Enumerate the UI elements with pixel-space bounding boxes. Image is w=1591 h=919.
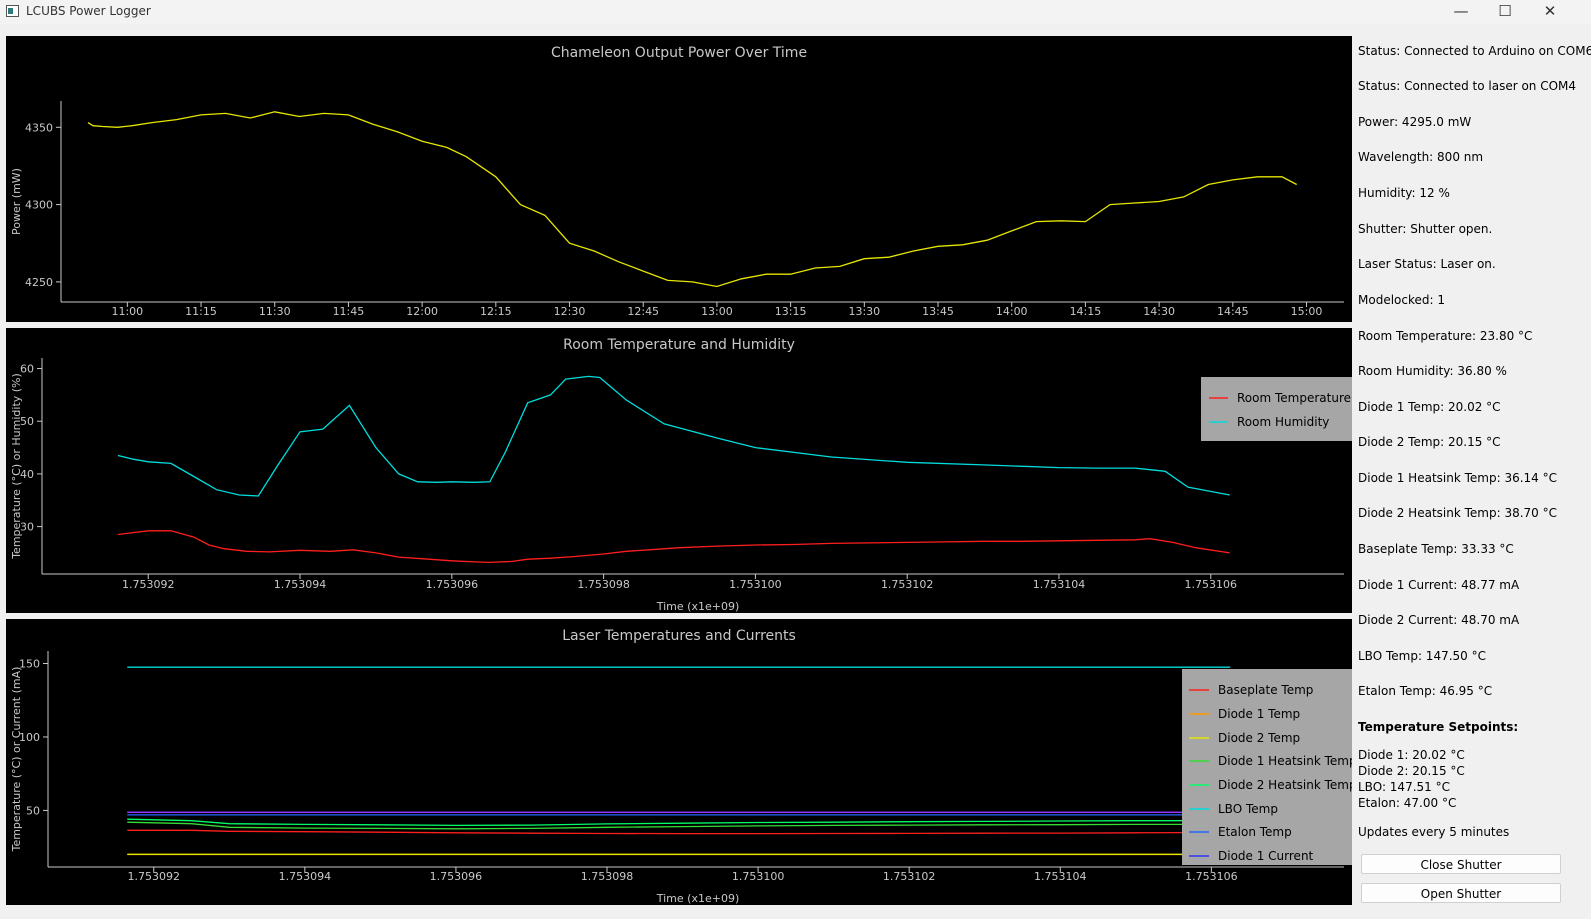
- update-note: Updates every 5 minutes: [1358, 825, 1510, 839]
- x-tick-label: 14:00: [996, 305, 1028, 318]
- close-shutter-button[interactable]: Close Shutter: [1361, 854, 1561, 874]
- y-tick-label: 4250: [25, 276, 53, 289]
- x-tick-label: 1.753092: [128, 870, 181, 883]
- y-axis-label: Power (mW): [10, 168, 23, 235]
- x-tick-label: 1.753102: [881, 578, 934, 591]
- x-tick-label: 1.753094: [279, 870, 332, 883]
- status-line: Modelocked: 1: [1358, 293, 1445, 307]
- status-line: Status: Connected to laser on COM4: [1358, 79, 1577, 93]
- status-line: Room Temperature: 23.80 °C: [1358, 329, 1533, 343]
- y-tick-label: 50: [26, 804, 40, 817]
- x-tick-label: 13:30: [848, 305, 880, 318]
- x-tick-label: 12:00: [406, 305, 438, 318]
- x-tick-label: 14:45: [1217, 305, 1249, 318]
- plot-title: Room Temperature and Humidity: [563, 337, 795, 353]
- status-line: Power: 4295.0 mW: [1358, 115, 1472, 129]
- status-line: Diode 2 Heatsink Temp: 38.70 °C: [1358, 506, 1557, 520]
- status-line: Diode 2 Current: 48.70 mA: [1358, 613, 1520, 627]
- legend-label: Diode 1 Current: [1218, 849, 1314, 863]
- status-line: Humidity: 12 %: [1358, 186, 1450, 200]
- status-line: Status: Connected to Arduino on COM6: [1358, 44, 1591, 58]
- legend-box: [1201, 377, 1352, 441]
- series-line: [87, 111, 1298, 288]
- y-tick-label: 4350: [25, 121, 53, 134]
- x-tick-label: 11:00: [111, 305, 143, 318]
- x-tick-label: 13:15: [775, 305, 807, 318]
- maximize-button[interactable]: ☐: [1482, 0, 1528, 24]
- series-line: [117, 530, 1230, 564]
- minimize-button[interactable]: —: [1438, 0, 1484, 24]
- y-axis-label: Temperature (°C) or Current (mA): [10, 667, 23, 853]
- x-tick-label: 1.753100: [729, 578, 782, 591]
- status-line: Wavelength: 800 nm: [1358, 150, 1484, 164]
- x-tick-label: 12:15: [480, 305, 512, 318]
- x-tick-label: 13:00: [701, 305, 733, 318]
- series-line: [127, 829, 1231, 835]
- x-tick-label: 14:30: [1143, 305, 1175, 318]
- setpoint-line: Etalon: 47.00 °C: [1358, 796, 1457, 810]
- x-axis-label: Time (x1e+09): [656, 892, 740, 905]
- setpoint-line: Diode 2: 20.15 °C: [1358, 764, 1465, 778]
- x-tick-label: 14:15: [1070, 305, 1102, 318]
- x-tick-label: 1.753100: [732, 870, 785, 883]
- x-tick-label: 1.753096: [430, 870, 483, 883]
- x-tick-label: 12:30: [554, 305, 586, 318]
- legend-label: LBO Temp: [1218, 802, 1278, 816]
- title-bar: LCUBS Power Logger — ☐ ✕: [0, 0, 1591, 24]
- legend-label: Diode 1 Temp: [1218, 707, 1300, 721]
- y-axis-label: Temperature (°C) or Humidity (%): [10, 373, 23, 560]
- x-tick-label: 12:45: [627, 305, 659, 318]
- legend-label: Room Temperature: [1237, 391, 1351, 405]
- legend-label: Room Humidity: [1237, 415, 1329, 429]
- status-line: Etalon Temp: 46.95 °C: [1358, 684, 1493, 698]
- status-line: Diode 1 Temp: 20.02 °C: [1358, 400, 1501, 414]
- plot-title: Laser Temperatures and Currents: [562, 628, 796, 644]
- x-axis-label: Time (x1e+09): [656, 600, 740, 613]
- status-line: Room Humidity: 36.80 %: [1358, 364, 1507, 378]
- x-tick-label: 15:00: [1291, 305, 1323, 318]
- x-tick-label: 1.753092: [122, 578, 175, 591]
- x-tick-label: 1.753106: [1185, 578, 1238, 591]
- room-plot-svg: Room Temperature and Humidity304050601.7…: [10, 337, 1352, 613]
- x-tick-label: 1.753106: [1185, 870, 1238, 883]
- open-shutter-button[interactable]: Open Shutter: [1361, 883, 1561, 903]
- legend-label: Diode 1 Heatsink Temp: [1218, 754, 1352, 768]
- legend-label: Etalon Temp: [1218, 825, 1292, 839]
- x-tick-label: 1.753096: [426, 578, 479, 591]
- status-line: Shutter: Shutter open.: [1358, 222, 1493, 236]
- room-temp-humidity-plot[interactable]: Room Temperature and Humidity 30 40 50 60 1.7…: [6, 328, 1352, 613]
- laser-plot-svg: Laser Temperatures and Currents501001501…: [10, 628, 1352, 905]
- setpoints-header: Temperature Setpoints:: [1358, 720, 1519, 734]
- status-line: LBO Temp: 147.50 °C: [1358, 649, 1486, 663]
- x-tick-label: 11:15: [185, 305, 217, 318]
- status-line: Diode 2 Temp: 20.15 °C: [1358, 435, 1501, 449]
- y-tick-label: 4300: [25, 199, 53, 212]
- laser-temps-currents-plot[interactable]: Laser Temperatures and Currents 50 100 150 1…: [6, 619, 1352, 905]
- status-line: Diode 1 Current: 48.77 mA: [1358, 578, 1520, 592]
- legend-label: Diode 2 Heatsink Temp: [1218, 778, 1352, 792]
- close-window-button[interactable]: ✕: [1527, 0, 1573, 24]
- app-window-icon: [6, 5, 19, 17]
- window-title: LCUBS Power Logger: [26, 4, 151, 18]
- legend-label: Diode 2 Temp: [1218, 731, 1300, 745]
- x-tick-label: 11:30: [259, 305, 291, 318]
- status-line: Diode 1 Heatsink Temp: 36.14 °C: [1358, 471, 1557, 485]
- setpoint-line: LBO: 147.51 °C: [1358, 780, 1450, 794]
- x-tick-label: 13:45: [922, 305, 954, 318]
- series-line: [117, 375, 1230, 497]
- x-tick-label: 11:45: [333, 305, 365, 318]
- x-tick-label: 1.753104: [1034, 870, 1087, 883]
- setpoint-line: Diode 1: 20.02 °C: [1358, 748, 1465, 762]
- power-plot-svg: Chameleon Output Power Over Time 4250 4300…: [10, 45, 1344, 318]
- status-line: Laser Status: Laser on.: [1358, 257, 1496, 271]
- x-tick-label: 1.753098: [581, 870, 634, 883]
- plot-title: Chameleon Output Power Over Time: [551, 45, 807, 61]
- status-line: Baseplate Temp: 33.33 °C: [1358, 542, 1514, 556]
- power-plot[interactable]: Chameleon Output Power Over Time 4250 4300…: [6, 36, 1352, 322]
- x-tick-label: 1.753102: [883, 870, 936, 883]
- x-tick-label: 1.753098: [577, 578, 630, 591]
- legend-label: Baseplate Temp: [1218, 683, 1313, 697]
- x-tick-label: 1.753104: [1033, 578, 1086, 591]
- x-tick-label: 1.753094: [274, 578, 327, 591]
